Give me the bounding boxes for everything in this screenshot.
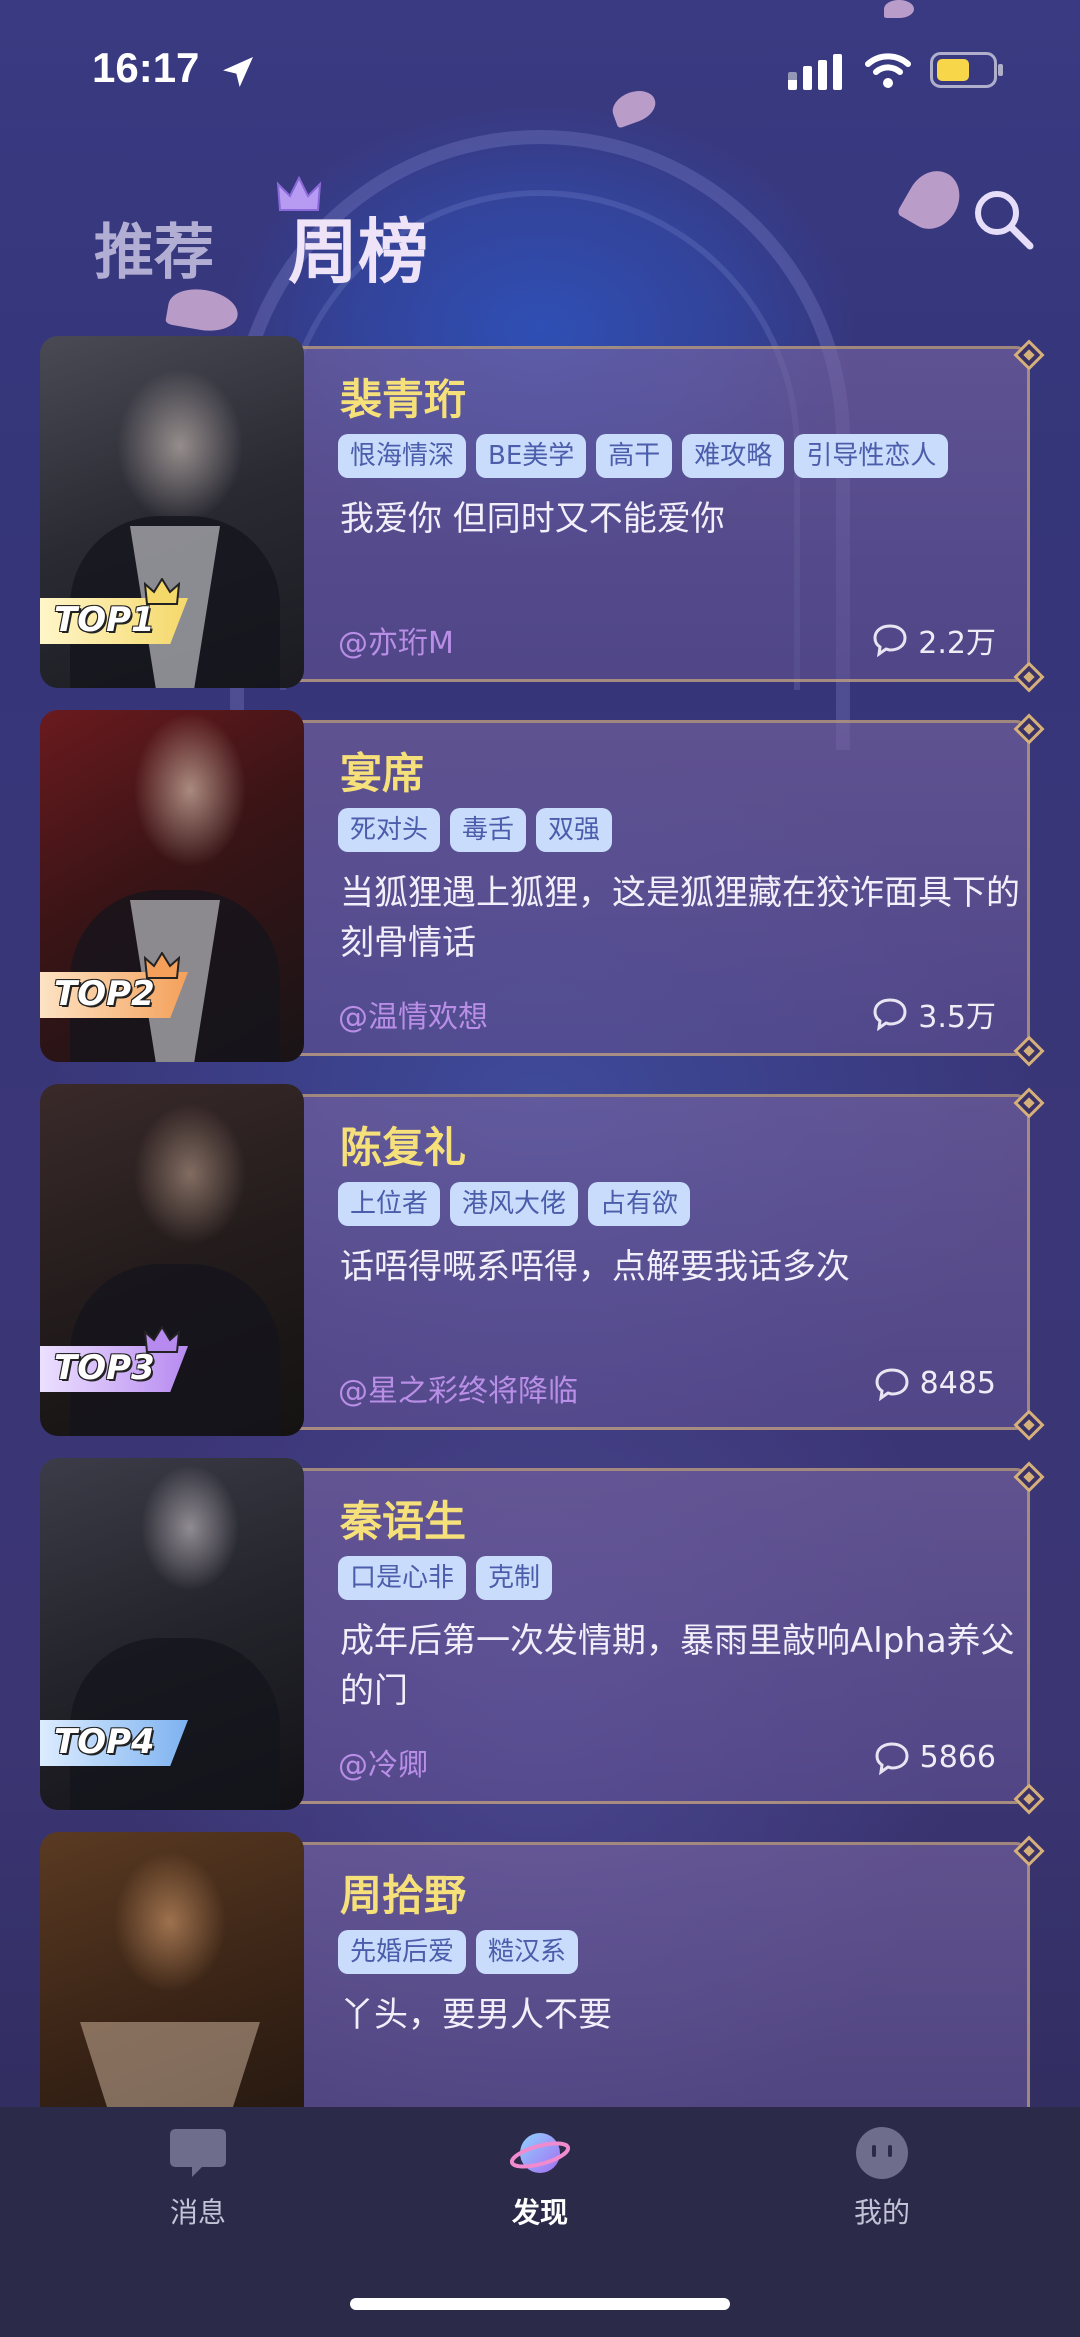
tab-weekly[interactable]: 周榜 <box>288 196 428 297</box>
comment-count-value: 8485 <box>919 1366 996 1401</box>
message-bubble-icon <box>170 2129 226 2177</box>
tag: 糙汉系 <box>476 1930 579 1974</box>
card-description: 成年后第一次发情期，暴雨里敲响Alpha养父的门 <box>340 1621 1015 1711</box>
rank-label: TOP3 <box>54 1348 155 1388</box>
nav-item-messages[interactable]: 消息 <box>128 2125 268 2231</box>
rank-badge: TOP4 <box>40 1710 200 1770</box>
planet-icon <box>510 2133 570 2173</box>
tag: 占有欲 <box>588 1182 691 1226</box>
tag: 先婚后爱 <box>338 1930 467 1974</box>
home-indicator[interactable] <box>350 2298 730 2310</box>
rank-label: TOP1 <box>54 600 155 640</box>
nav-label: 发现 <box>511 2196 568 2229</box>
comment-count: 2.2万 <box>872 618 996 662</box>
card-author[interactable]: @温情欢想 <box>338 992 488 1036</box>
tag: 双强 <box>536 808 613 852</box>
comment-icon <box>875 1741 909 1775</box>
nav-label: 我的 <box>853 2196 910 2229</box>
status-time: 16:17 <box>92 44 200 91</box>
comment-count-value: 3.5万 <box>918 1000 996 1035</box>
nav-label: 消息 <box>169 2196 226 2229</box>
tag: 高干 <box>596 434 673 478</box>
card-description: 丫头，要男人不要 <box>340 1995 612 2035</box>
card-title: 陈复礼 <box>340 1123 467 1172</box>
rank-badge: TOP2 <box>40 952 200 1022</box>
card-author[interactable]: @冷卿 <box>338 1740 428 1784</box>
location-arrow-icon <box>223 57 253 87</box>
tag: 引导性恋人 <box>794 434 949 478</box>
tag-list: 先婚后爱 糙汉系 <box>338 1930 579 1974</box>
card-author[interactable]: @星之彩终将降临 <box>338 1366 578 1410</box>
tag: 毒舌 <box>450 808 527 852</box>
tag: BE美学 <box>476 434 587 478</box>
crown-icon <box>144 578 180 605</box>
tag: 港风大佬 <box>450 1182 579 1226</box>
cellular-signal-icon <box>788 54 842 90</box>
card-description: 我爱你 但同时又不能爱你 <box>340 499 725 539</box>
comment-count-value: 2.2万 <box>918 626 996 661</box>
rank-label: TOP4 <box>54 1722 155 1762</box>
status-bar: 16:17 <box>0 0 1080 140</box>
tag: 恨海情深 <box>338 434 467 478</box>
comment-icon <box>875 1367 909 1401</box>
card-description: 当狐狸遇上狐狸，这是狐狸藏在狡诈面具下的刻骨情话 <box>340 873 1020 963</box>
card-description: 话唔得嘅系唔得，点解要我话多次 <box>340 1247 850 1287</box>
tag: 克制 <box>476 1556 553 1600</box>
nav-item-discover[interactable]: 发现 <box>470 2125 610 2231</box>
card-title: 秦语生 <box>340 1497 467 1546</box>
card-title: 裴青珩 <box>340 375 467 424</box>
tag-list: 口是心非 克制 <box>338 1556 553 1600</box>
tag: 难攻略 <box>682 434 785 478</box>
character-card[interactable]: TOP3 陈复礼 上位者 港风大佬 占有欲 话唔得嘅系唔得，点解要我话多次 @星… <box>40 1084 1045 1441</box>
card-author[interactable]: @亦珩M <box>338 618 454 662</box>
character-card[interactable]: TOP4 秦语生 口是心非 克制 成年后第一次发情期，暴雨里敲响Alpha养父的… <box>40 1458 1045 1815</box>
character-avatar[interactable]: TOP3 <box>40 1084 304 1436</box>
crown-icon <box>144 1326 180 1353</box>
battery-icon <box>930 52 1003 88</box>
character-avatar[interactable]: TOP1 <box>40 336 304 688</box>
tag-list: 上位者 港风大佬 占有欲 <box>338 1182 691 1226</box>
tag: 死对头 <box>338 808 441 852</box>
wifi-icon <box>865 53 911 88</box>
comment-count: 8485 <box>874 1366 996 1401</box>
card-title: 周拾野 <box>340 1871 467 1920</box>
comment-icon <box>873 998 907 1031</box>
rank-badge: TOP3 <box>40 1326 200 1396</box>
comment-count: 3.5万 <box>872 992 996 1036</box>
card-title: 宴席 <box>340 749 425 798</box>
comment-icon <box>873 624 907 657</box>
rank-label: TOP2 <box>54 974 155 1014</box>
crown-icon <box>144 952 180 979</box>
tab-recommend[interactable]: 推荐 <box>94 204 214 291</box>
character-card[interactable]: TOP1 裴青珩 恨海情深 BE美学 高干 难攻略 引导性恋人 我爱你 但同时又… <box>40 336 1045 693</box>
comment-count-value: 5866 <box>919 1740 996 1775</box>
face-icon <box>856 2127 908 2179</box>
nav-item-mine[interactable]: 我的 <box>812 2125 952 2231</box>
tag: 口是心非 <box>338 1556 467 1600</box>
tag-list: 死对头 毒舌 双强 <box>338 808 613 852</box>
character-avatar[interactable]: TOP4 <box>40 1458 304 1810</box>
tag: 上位者 <box>338 1182 441 1226</box>
rank-badge: TOP1 <box>40 578 200 648</box>
tag-list: 恨海情深 BE美学 高干 难攻略 引导性恋人 <box>338 434 949 478</box>
search-icon[interactable] <box>970 186 1036 252</box>
character-card[interactable]: TOP2 宴席 死对头 毒舌 双强 当狐狸遇上狐狸，这是狐狸藏在狡诈面具下的刻骨… <box>40 710 1045 1067</box>
comment-count: 5866 <box>874 1740 996 1775</box>
character-avatar[interactable]: TOP2 <box>40 710 304 1062</box>
